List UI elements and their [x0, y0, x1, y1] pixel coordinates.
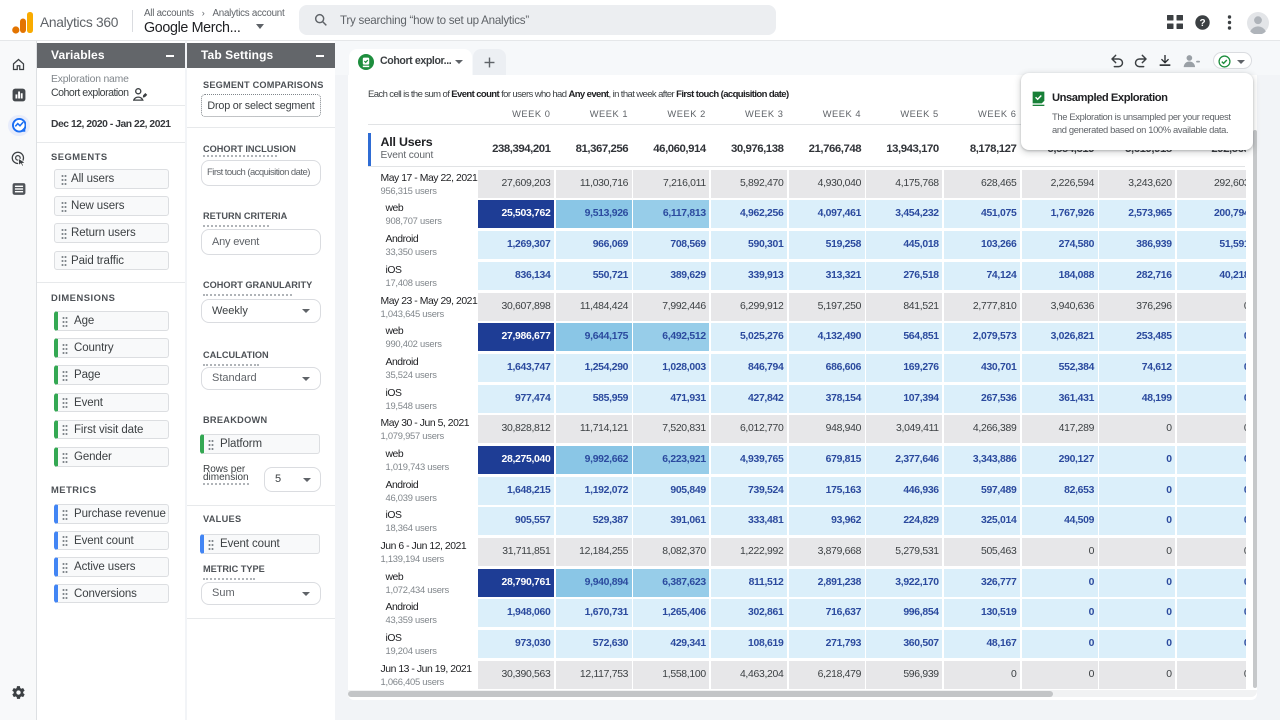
- svg-text:?: ?: [1199, 18, 1205, 29]
